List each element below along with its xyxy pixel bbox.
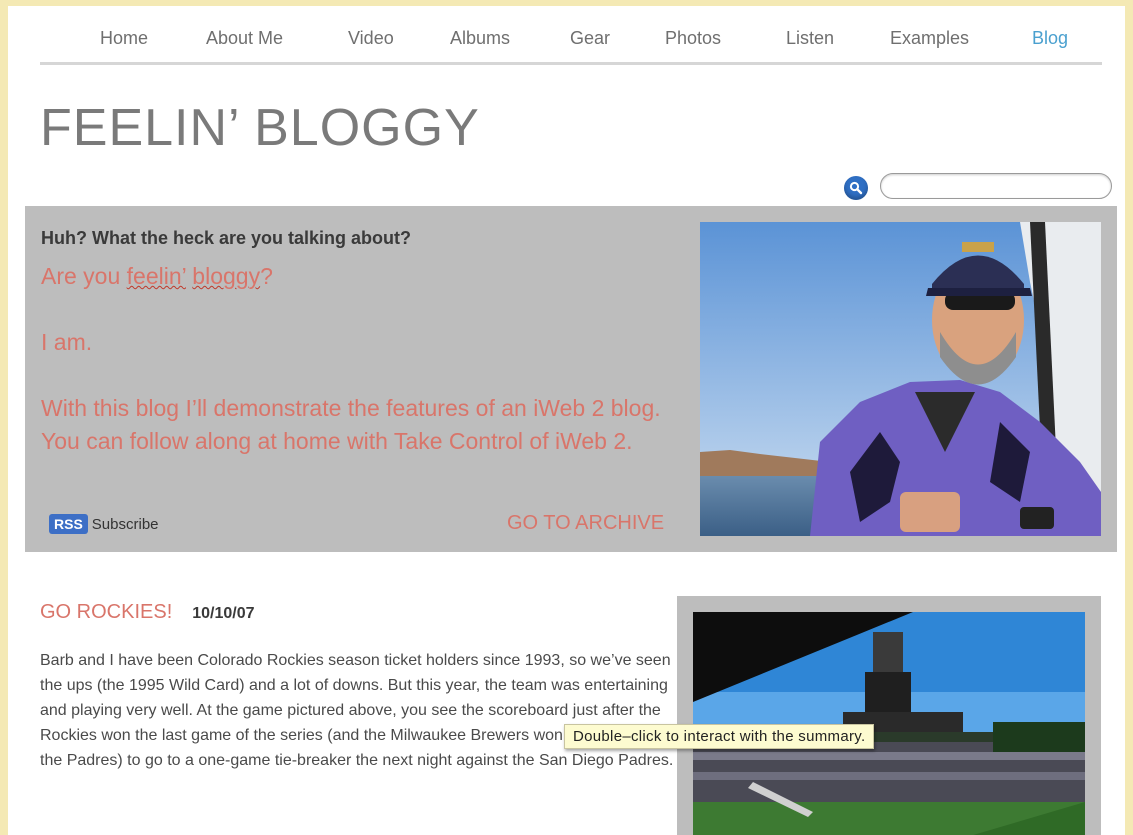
summary-line-3: With this blog I’ll demonstrate the feat… bbox=[41, 395, 661, 454]
tooltip: Double–click to interact with the summar… bbox=[564, 724, 875, 749]
summary-line-2: I am. bbox=[41, 329, 93, 355]
nav-item-albums[interactable]: Albums bbox=[450, 28, 510, 49]
nav-item-listen[interactable]: Listen bbox=[786, 28, 834, 49]
nav-item-about-me[interactable]: About Me bbox=[206, 28, 283, 49]
nav-divider bbox=[40, 62, 1102, 65]
subscribe-label: Subscribe bbox=[91, 515, 159, 533]
go-to-archive-link[interactable]: GO TO ARCHIVE bbox=[507, 512, 664, 535]
blog-summary[interactable]: Huh? What the heck are you talking about… bbox=[25, 206, 1117, 552]
post-photo-frame bbox=[677, 596, 1101, 835]
post-title[interactable]: GO ROCKIES! bbox=[40, 601, 172, 623]
summary-text[interactable]: Are you feelin’ bloggy? I am. With this … bbox=[41, 260, 681, 458]
post-body: Barb and I have been Colorado Rockies se… bbox=[40, 652, 674, 769]
author-photo bbox=[700, 222, 1101, 536]
search-input[interactable] bbox=[880, 173, 1112, 199]
web-page: Home About Me Video Albums Gear Photos L… bbox=[8, 6, 1125, 835]
summary-line-1: Are you feelin’ bloggy? bbox=[41, 263, 273, 289]
rss-icon: RSS bbox=[49, 514, 88, 534]
nav-item-home[interactable]: Home bbox=[100, 28, 148, 49]
summary-heading: Huh? What the heck are you talking about… bbox=[41, 228, 412, 248]
nav-item-blog[interactable]: Blog bbox=[1032, 28, 1068, 49]
search-icon[interactable] bbox=[844, 176, 868, 200]
page-title: FEELIN’ BLOGGY bbox=[40, 99, 480, 157]
nav-item-gear[interactable]: Gear bbox=[570, 28, 610, 49]
nav-item-photos[interactable]: Photos bbox=[665, 28, 721, 49]
rss-subscribe-link[interactable]: RSS Subscribe bbox=[49, 514, 159, 536]
nav-item-video[interactable]: Video bbox=[348, 28, 394, 49]
post-date: 10/10/07 bbox=[192, 605, 255, 622]
post-header: GO ROCKIES! 10/10/07 bbox=[40, 601, 255, 624]
nav-item-examples[interactable]: Examples bbox=[890, 28, 969, 49]
top-navigation: Home About Me Video Albums Gear Photos L… bbox=[40, 20, 1100, 54]
